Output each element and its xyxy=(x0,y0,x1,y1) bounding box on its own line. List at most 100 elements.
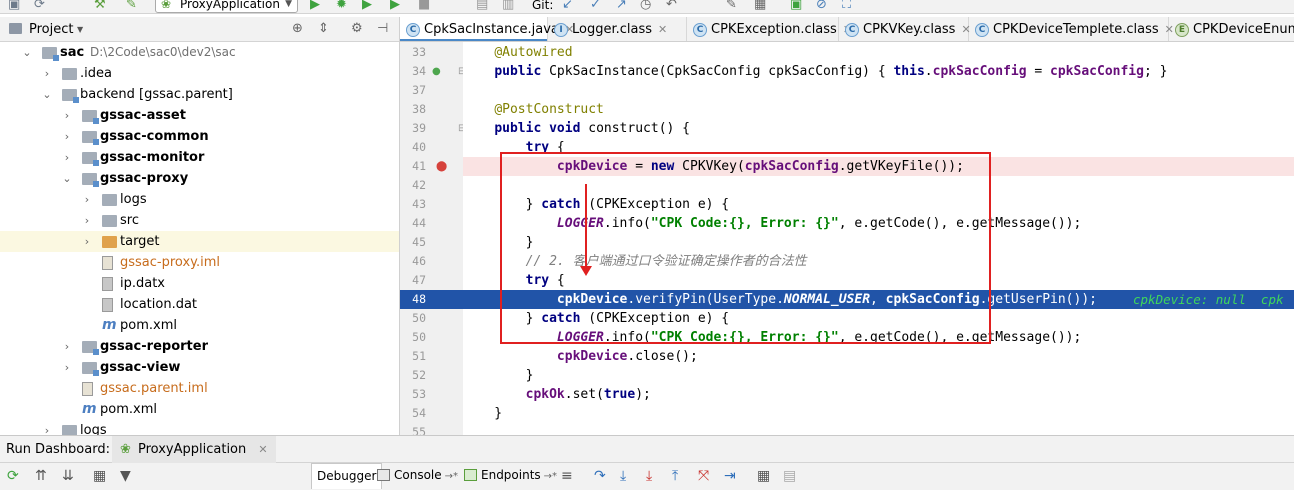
chevron-right-icon[interactable]: › xyxy=(61,147,73,168)
collapse-all-icon[interactable]: ⇕ xyxy=(318,21,329,36)
git-commit-icon[interactable]: ✓ xyxy=(590,0,601,13)
line-number[interactable]: 50 xyxy=(400,328,426,347)
force-step-into-icon[interactable]: ⤓ xyxy=(646,468,652,484)
step-out-icon[interactable]: ⤒ xyxy=(672,468,678,484)
hide-icon[interactable]: ⊣ xyxy=(377,21,388,36)
chevron-down-icon[interactable]: ⌄ xyxy=(61,168,73,189)
code-line[interactable] xyxy=(463,176,1294,195)
tree-item[interactable]: ⌄ sac D:\2Code\sac0\dev2\sac xyxy=(0,42,399,63)
tree-item[interactable]: › target xyxy=(0,231,399,252)
code-line[interactable]: } xyxy=(463,233,1294,252)
editor-tab[interactable]: I Logger.class ✕ xyxy=(548,17,687,41)
editor-tab[interactable]: CCPKException.class✕ xyxy=(687,17,852,41)
tree-item[interactable]: › gssac-view xyxy=(0,357,399,378)
run-dashboard-tab[interactable]: ❀ ProxyApplication ✕ xyxy=(112,436,276,463)
chevron-right-icon[interactable]: › xyxy=(61,105,73,126)
tree-item[interactable]: m pom.xml xyxy=(0,399,399,420)
code-line[interactable]: try { xyxy=(463,138,1294,157)
show-execution-point-icon[interactable]: ≡ xyxy=(561,468,573,484)
step-into-icon[interactable]: ⤓ xyxy=(620,468,626,484)
code-line[interactable]: @PostConstruct xyxy=(463,100,1294,119)
chevron-down-icon[interactable]: ⌄ xyxy=(41,84,53,105)
tree-item[interactable]: › gssac-monitor xyxy=(0,147,399,168)
tree-item[interactable]: ⌄ gssac-proxy xyxy=(0,168,399,189)
tab-endpoints[interactable]: Endpoints →* xyxy=(461,463,557,489)
editor-tab[interactable]: C CPKVKey.class ✕ xyxy=(839,17,971,41)
line-number[interactable]: 48 xyxy=(400,290,426,309)
close-icon[interactable]: ✕ xyxy=(258,443,267,456)
filter-icon[interactable]: ▼ xyxy=(120,468,131,484)
line-number[interactable]: 41 xyxy=(400,157,426,176)
group-icon[interactable]: ▦ xyxy=(93,468,106,484)
line-number[interactable]: 45 xyxy=(400,233,426,252)
tree-item[interactable]: location.dat xyxy=(0,294,399,315)
tree-item[interactable]: › logs xyxy=(0,420,399,435)
line-number[interactable]: 55 xyxy=(400,423,426,435)
tree-item[interactable]: m pom.xml xyxy=(0,315,399,336)
chevron-right-icon[interactable]: › xyxy=(61,126,73,147)
locate-icon[interactable]: ⊕ xyxy=(292,21,303,36)
block-icon[interactable]: ⊘ xyxy=(816,0,827,13)
code-line[interactable]: LOGGER.info("CPK Code:{}, Error: {}", e.… xyxy=(463,328,1294,347)
code-line[interactable]: LOGGER.info("CPK Code:{}, Error: {}", e.… xyxy=(463,214,1294,233)
editor-tab[interactable]: C CpkSacInstance.java ✕ xyxy=(400,17,574,41)
code-line[interactable]: cpkDevice.close(); xyxy=(463,347,1294,366)
chart-icon[interactable]: ▣ xyxy=(790,0,802,13)
code-line[interactable]: } catch (CPKException e) { xyxy=(463,195,1294,214)
chevron-down-icon[interactable]: ⌄ xyxy=(21,42,33,63)
revert-icon[interactable]: ↶ xyxy=(666,0,677,13)
tree-item[interactable]: › logs xyxy=(0,189,399,210)
tree-item[interactable]: › gssac-common xyxy=(0,126,399,147)
breakpoint-icon[interactable]: ⬤ xyxy=(436,157,447,176)
drop-frame-icon[interactable]: ⤧ xyxy=(698,468,709,484)
collapse-all-icon[interactable]: ⇊ xyxy=(62,468,74,484)
run-configuration-select[interactable]: ❀ ProxyApplication ▼ xyxy=(155,0,298,13)
tree-item[interactable]: › gssac-reporter xyxy=(0,336,399,357)
wrench-icon[interactable]: ✎ xyxy=(726,0,737,13)
vcs-update-icon[interactable]: ▤ xyxy=(476,0,488,13)
stop-icon[interactable]: ■ xyxy=(418,0,430,13)
tree-item[interactable]: ip.datx xyxy=(0,273,399,294)
code-line[interactable]: public void construct() { xyxy=(463,119,1294,138)
code-editor[interactable]: @Autowired public CpkSacInstance(CpkSacC… xyxy=(463,42,1294,435)
evaluate-expression-icon[interactable]: ▦ xyxy=(757,468,770,484)
chevron-right-icon[interactable]: › xyxy=(81,189,93,210)
line-number[interactable]: 39 xyxy=(400,119,426,138)
chevron-right-icon[interactable]: › xyxy=(61,336,73,357)
chevron-right-icon[interactable]: › xyxy=(41,63,53,84)
tree-item[interactable]: › gssac-asset xyxy=(0,105,399,126)
line-number[interactable]: 46 xyxy=(400,252,426,271)
coverage-icon[interactable]: ▶ xyxy=(362,0,372,13)
tab-console[interactable]: Console →* xyxy=(374,463,458,489)
tree-item[interactable]: › .idea xyxy=(0,63,399,84)
tree-item[interactable]: gssac-proxy.iml xyxy=(0,252,399,273)
expand-all-icon[interactable]: ⇈ xyxy=(35,468,47,484)
save-icon[interactable]: ▣ xyxy=(8,0,20,13)
chevron-right-icon[interactable]: › xyxy=(81,231,93,252)
git-push-icon[interactable]: ↗ xyxy=(616,0,627,13)
step-over-icon[interactable]: ↷ xyxy=(594,468,606,484)
profile-icon[interactable]: ▶ xyxy=(390,0,400,13)
line-number[interactable]: 43 xyxy=(400,195,426,214)
vcs-commit-icon[interactable]: ▥ xyxy=(502,0,514,13)
chevron-right-icon[interactable]: › xyxy=(81,210,93,231)
project-panel-title[interactable]: Project xyxy=(29,22,73,37)
frame-icon[interactable]: ⛶ xyxy=(842,0,851,13)
code-line[interactable]: } xyxy=(463,404,1294,423)
current-execution-line[interactable]: cpkDevice.verifyPin(UserType.NORMAL_USER… xyxy=(463,290,1294,309)
line-number[interactable]: 51 xyxy=(400,347,426,366)
chevron-down-icon[interactable]: ▼ xyxy=(77,25,83,34)
line-number[interactable]: 40 xyxy=(400,138,426,157)
history-icon[interactable]: ◷ xyxy=(640,0,651,13)
code-line[interactable]: public CpkSacInstance(CpkSacConfig cpkSa… xyxy=(463,62,1294,81)
code-line[interactable]: } catch (CPKException e) { xyxy=(463,309,1294,328)
code-line[interactable] xyxy=(463,81,1294,100)
chevron-right-icon[interactable]: › xyxy=(61,357,73,378)
hammer-icon[interactable]: ✎ xyxy=(126,0,137,13)
line-number[interactable]: 44 xyxy=(400,214,426,233)
tab-debugger[interactable]: Debugger xyxy=(311,463,383,489)
code-line[interactable] xyxy=(463,423,1294,435)
code-line[interactable]: @Autowired xyxy=(463,43,1294,62)
line-number[interactable]: 54 xyxy=(400,404,426,423)
code-line[interactable]: } xyxy=(463,366,1294,385)
